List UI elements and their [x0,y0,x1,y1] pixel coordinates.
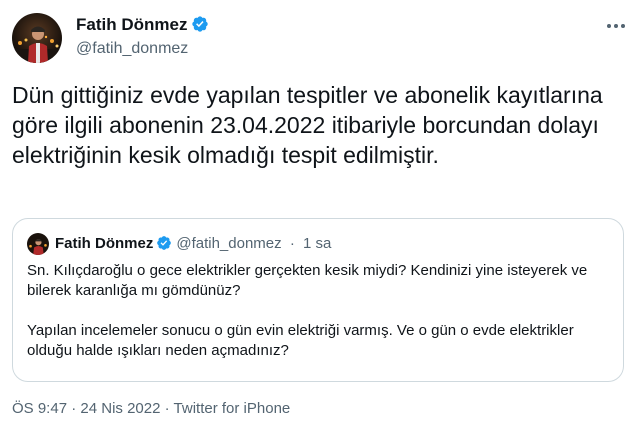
avatar-image [12,13,62,63]
more-options-icon[interactable] [606,14,626,32]
verified-badge-icon [192,16,209,32]
footer-separator: · [164,400,170,417]
tweet-source[interactable]: Twitter for iPhone [174,400,291,417]
tweet-footer: ÖS 9:47 · 24 Nis 2022 · Twitter for iPho… [12,399,290,419]
tweet-date[interactable]: 24 Nis 2022 [80,400,160,417]
quoted-author-name[interactable]: Fatih Dönmez [55,235,153,252]
author-name-row[interactable]: Fatih Dönmez [76,14,209,36]
author-handle[interactable]: @fatih_donmez [76,39,188,59]
quoted-author-handle[interactable]: @fatih_donmez [176,235,281,252]
quoted-text: Sn. Kılıçdaroğlu o gece elektrikler gerç… [27,261,611,381]
quoted-avatar-image [27,233,49,255]
tweet-card: Fatih Dönmez @fatih_donmez Dün gittiğini… [0,0,640,429]
tweet-text: Dün gittiğiniz evde yapılan tespitler ve… [12,82,603,168]
verified-badge-icon [157,236,172,250]
avatar[interactable] [12,13,62,63]
quoted-paragraph: Yapılan incelemeler sonucu o gün evin el… [27,322,574,359]
quoted-tweet[interactable]: Fatih Dönmez @fatih_donmez · 1 sa Sn. Kı… [12,218,624,382]
author-name[interactable]: Fatih Dönmez [76,15,187,34]
more-dots-icon [607,24,625,28]
quoted-avatar[interactable] [27,233,49,255]
quoted-timestamp[interactable]: 1 sa [303,235,331,252]
quoted-header: Fatih Dönmez @fatih_donmez · 1 sa [55,234,331,254]
tweet-time[interactable]: ÖS 9:47 [12,400,67,417]
quoted-paragraph: Sn. Kılıçdaroğlu o gece elektrikler gerç… [27,262,588,299]
quoted-separator: · [289,235,295,252]
footer-separator: · [71,400,77,417]
